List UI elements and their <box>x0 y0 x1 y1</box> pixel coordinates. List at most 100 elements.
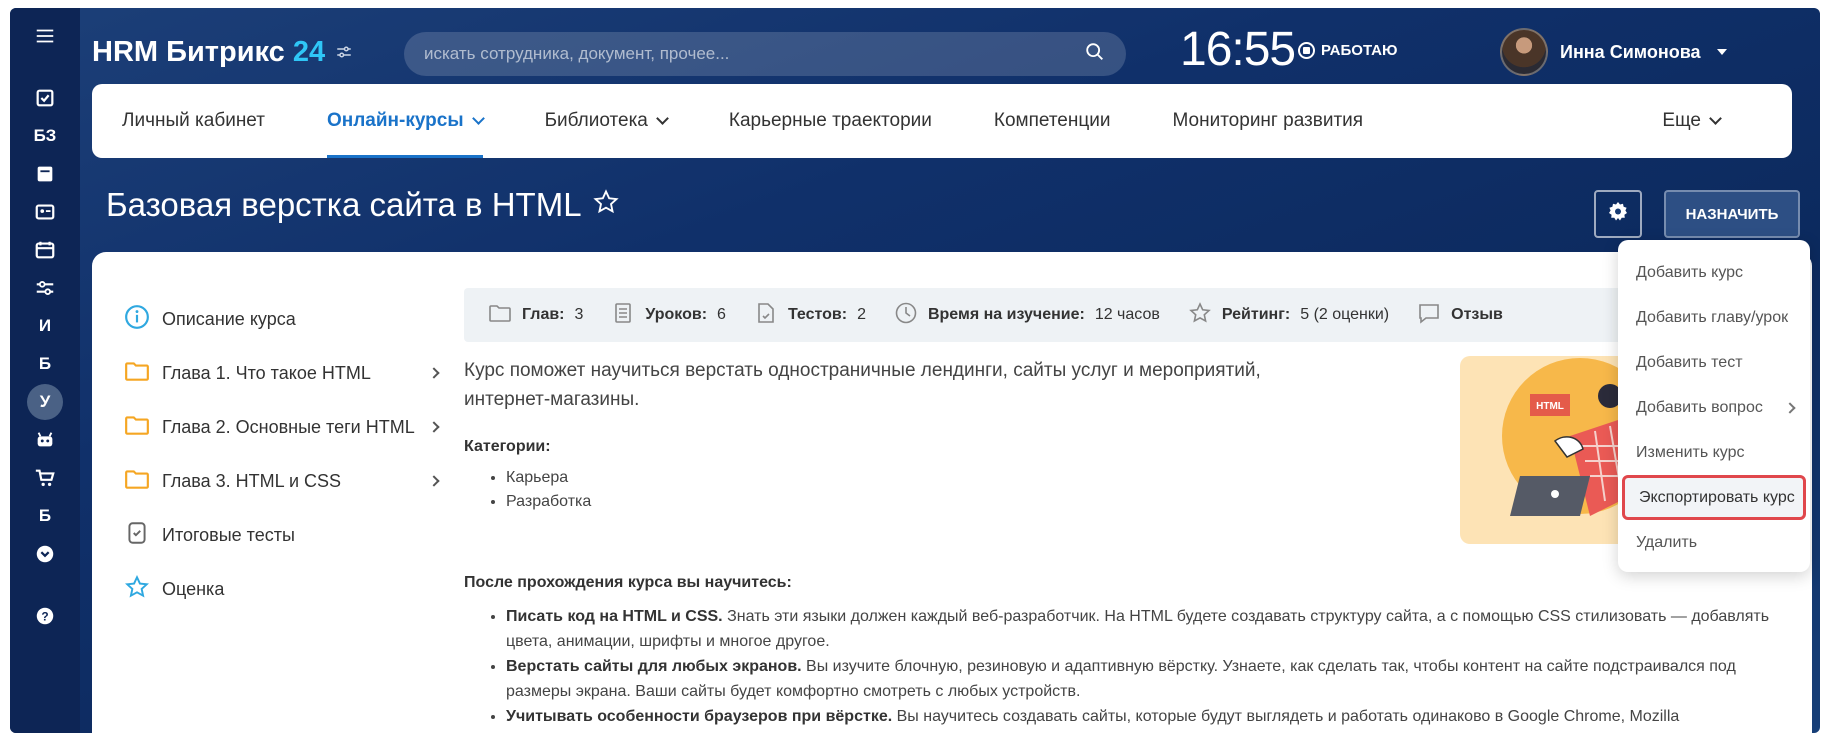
rail-item-bz[interactable]: БЗ <box>27 118 63 154</box>
settings-dropdown-menu: Добавить курс Добавить главу/урок Добави… <box>1618 240 1810 572</box>
app-logo[interactable]: HRM Битрикс 24 <box>92 32 353 72</box>
nav-label: Компетенции <box>993 110 1111 131</box>
assign-button[interactable]: НАЗНАЧИТЬ <box>1664 190 1800 238</box>
outcome-bold: Писать код на HTML и CSS. <box>506 608 723 625</box>
course-sidebar: Описание курса Глава 1. Что такое HTML Г… <box>124 292 444 616</box>
menu-edit-course[interactable]: Изменить курс <box>1618 430 1810 475</box>
outcomes-list: Писать код на HTML и CSS. Знать эти язык… <box>506 604 1796 729</box>
menu-add-question[interactable]: Добавить вопрос <box>1618 385 1810 430</box>
stat-value: 12 часов <box>1094 306 1160 323</box>
feed-icon[interactable] <box>27 156 63 192</box>
page-title-text: Базовая верстка сайта в HTML <box>106 186 582 223</box>
favorite-star-icon[interactable] <box>592 186 620 224</box>
stat-time: Время на изучение: 12 часов <box>894 301 1160 330</box>
list-item: Карьера <box>506 466 591 490</box>
top-navigation: Личный кабинет Онлайн-курсы Библиотека К… <box>92 84 1792 158</box>
folder-icon <box>124 412 150 443</box>
calendar-icon[interactable] <box>27 232 63 268</box>
menu-add-course[interactable]: Добавить курс <box>1618 250 1810 295</box>
search-icon[interactable] <box>1084 41 1106 68</box>
star-icon <box>1188 301 1212 330</box>
avatar <box>1500 28 1548 76</box>
star-icon <box>124 574 150 605</box>
course-card: Описание курса Глава 1. Что такое HTML Г… <box>92 252 1812 733</box>
sidebar-item-label: Оценка <box>162 578 225 599</box>
list-item: Разработка <box>506 490 591 514</box>
list-item: Верстать сайты для любых экранов. Вы изу… <box>506 654 1796 704</box>
categories-title: Категории: <box>464 438 551 455</box>
outcome-bold: Учитывать особенности браузеров при вёрс… <box>506 708 893 725</box>
nav-online-courses[interactable]: Онлайн-курсы <box>326 84 485 158</box>
logo-settings-icon[interactable] <box>335 36 353 69</box>
menu-add-chapter-lesson[interactable]: Добавить главу/урок <box>1618 295 1810 340</box>
comment-icon <box>1417 301 1441 330</box>
menu-icon[interactable] <box>27 18 63 54</box>
stat-value: 5 (2 оценки) <box>1300 306 1390 323</box>
more-down-icon[interactable] <box>27 536 63 572</box>
stat-label: Тестов: <box>787 306 848 323</box>
list-item: Писать код на HTML и CSS. Знать эти язык… <box>506 604 1796 654</box>
folder-icon <box>124 466 150 497</box>
stat-label: Рейтинг: <box>1221 306 1291 323</box>
sidebar-item-final-tests[interactable]: Итоговые тесты <box>124 508 444 562</box>
left-rail: БЗ И Б У Б ? <box>10 8 80 733</box>
sidebar-item-label: Описание курса <box>162 308 296 329</box>
robot-icon[interactable] <box>27 422 63 458</box>
rail-item-b1[interactable]: Б <box>27 346 63 382</box>
nav-label: Личный кабинет <box>122 110 265 131</box>
svg-text:?: ? <box>41 610 48 624</box>
cart-icon[interactable] <box>27 460 63 496</box>
work-status[interactable]: РАБОТАЮ <box>1298 42 1398 59</box>
test-clipboard-icon <box>124 520 150 551</box>
chevron-right-icon <box>428 421 440 433</box>
nav-label: Мониторинг развития <box>1172 110 1364 131</box>
nav-label: Карьерные траектории <box>728 110 932 131</box>
categories-list: Карьера Разработка <box>506 466 591 514</box>
nav-competencies[interactable]: Компетенции <box>994 84 1111 158</box>
contact-card-icon[interactable] <box>27 194 63 230</box>
chevron-right-icon <box>428 367 440 379</box>
search-input[interactable] <box>424 44 1084 64</box>
stat-label: Отзыв <box>1451 306 1503 323</box>
menu-add-test[interactable]: Добавить тест <box>1618 340 1810 385</box>
course-stats-bar: Глав: 3 Уроков: 6 Тестов: 2 Время на изу… <box>464 288 1664 342</box>
logo-text: HRM Битрикс 24 <box>92 35 326 68</box>
nav-career-paths[interactable]: Карьерные траектории <box>729 84 932 158</box>
user-menu[interactable]: Инна Симонова <box>1500 28 1727 76</box>
menu-item-label: Добавить вопрос <box>1636 398 1763 416</box>
outcomes-title: После прохождения курса вы научитесь: <box>464 574 792 591</box>
stat-chapters: Глав: 3 <box>488 301 583 330</box>
chevron-right-icon <box>1784 401 1796 414</box>
rail-item-i[interactable]: И <box>27 308 63 344</box>
tasks-icon[interactable] <box>27 80 63 116</box>
stat-value: 2 <box>857 306 866 323</box>
document-icon <box>611 301 635 330</box>
chevron-right-icon <box>428 475 440 487</box>
outcome-text: Вы научитесь создавать сайты, которые бу… <box>892 708 1680 725</box>
rail-item-b2[interactable]: Б <box>27 498 63 534</box>
help-icon[interactable]: ? <box>27 598 63 634</box>
nav-more[interactable]: Еще <box>1662 84 1722 158</box>
stat-label: Глав: <box>522 306 565 323</box>
search-bar[interactable] <box>404 32 1126 76</box>
nav-label: Еще <box>1662 110 1701 131</box>
sidebar-item-rating[interactable]: Оценка <box>124 562 444 616</box>
logo-number: 24 <box>292 35 326 68</box>
sliders-icon[interactable] <box>27 270 63 306</box>
user-name: Инна Симонова <box>1560 41 1701 62</box>
menu-export-course[interactable]: Экспортировать курс <box>1622 475 1806 520</box>
sidebar-item-chapter-1[interactable]: Глава 1. Что такое HTML <box>124 346 444 400</box>
app-window: БЗ И Б У Б ? HRM Битрикс 24 искать сотру… <box>10 8 1820 733</box>
nav-personal-cabinet[interactable]: Личный кабинет <box>122 84 265 158</box>
sidebar-item-chapter-3[interactable]: Глава 3. HTML и CSS <box>124 454 444 508</box>
stat-label: Уроков: <box>645 306 708 323</box>
stat-tests: Тестов: 2 <box>754 301 866 330</box>
rail-item-u[interactable]: У <box>27 384 63 420</box>
sidebar-item-chapter-2[interactable]: Глава 2. Основные теги HTML <box>124 400 444 454</box>
menu-delete[interactable]: Удалить <box>1618 520 1810 565</box>
settings-button[interactable] <box>1594 190 1642 238</box>
nav-library[interactable]: Библиотека <box>545 84 669 158</box>
sidebar-item-description[interactable]: Описание курса <box>124 292 444 346</box>
nav-development-monitoring[interactable]: Мониторинг развития <box>1172 84 1363 158</box>
clock[interactable]: 16:55 <box>1180 22 1296 77</box>
